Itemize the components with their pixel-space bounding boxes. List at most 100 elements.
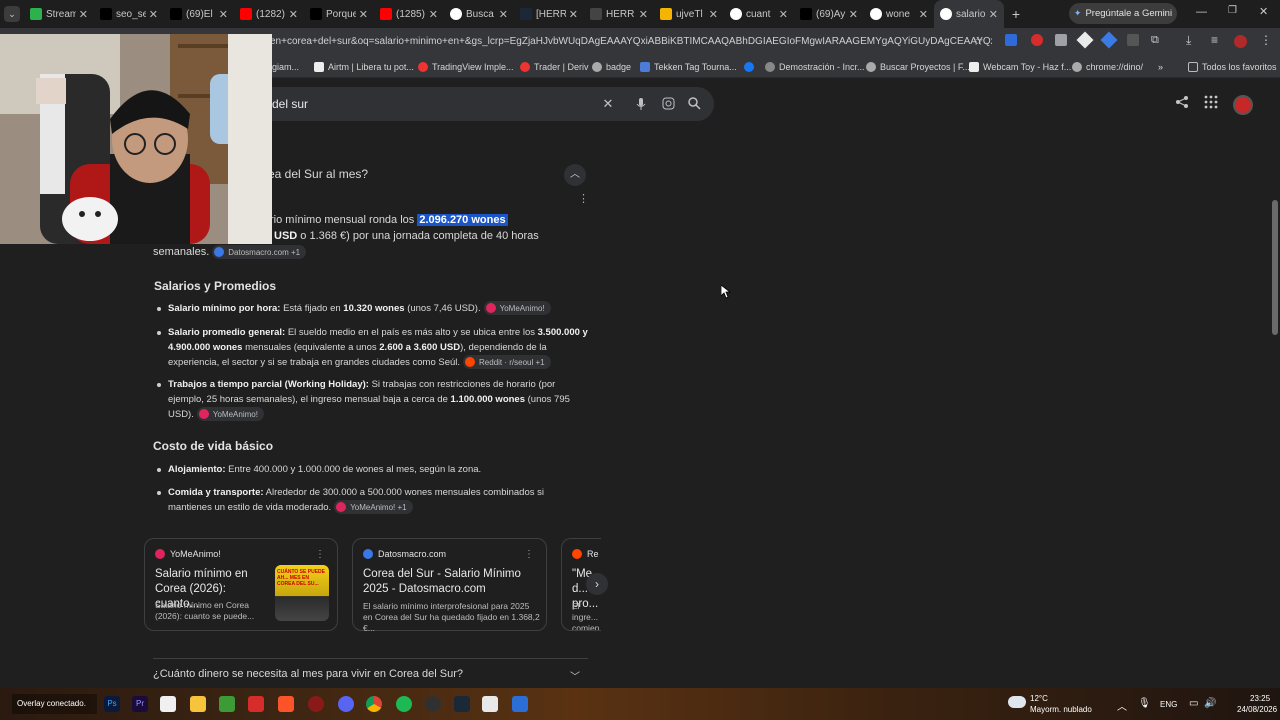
- photoshop-icon[interactable]: Ps: [104, 696, 120, 712]
- search-icon[interactable]: [686, 87, 702, 121]
- clear-search-icon[interactable]: ✕: [600, 87, 616, 121]
- source-card[interactable]: YoMeAnimo! ⋮ Salario mínimo en Corea (20…: [144, 538, 338, 631]
- bookmark-item[interactable]: Webcam Toy - Haz f...: [969, 56, 1071, 78]
- source-chip[interactable]: YoMeAnimo! +1: [334, 500, 413, 515]
- bookmark-item[interactable]: Demostración - Incr...: [765, 56, 865, 78]
- source-chip[interactable]: YoMeAnimo!: [196, 407, 264, 422]
- card-menu-icon[interactable]: ⋮: [315, 549, 325, 560]
- close-tab-icon[interactable]: ✕: [849, 8, 858, 21]
- bookmark-item[interactable]: Buscar Proyectos | F...: [866, 56, 970, 78]
- bookmark-item[interactable]: chrome://dino/: [1072, 56, 1143, 78]
- microphone-icon[interactable]: [633, 87, 649, 121]
- discord-icon[interactable]: [338, 696, 354, 712]
- tab-13[interactable]: salario ✕: [934, 0, 1004, 28]
- apps-grid-icon[interactable]: [1201, 95, 1221, 113]
- bookmark-item[interactable]: Tekken Tag Tourna...: [640, 56, 737, 78]
- card-menu-icon[interactable]: ⋮: [524, 549, 534, 560]
- close-window-button[interactable]: ✕: [1259, 5, 1268, 18]
- tab-search-icon[interactable]: ≡: [1211, 33, 1218, 47]
- close-tab-icon[interactable]: ✕: [219, 8, 228, 21]
- all-bookmarks-folder[interactable]: Todos los favoritos: [1188, 56, 1277, 78]
- close-tab-icon[interactable]: ✕: [989, 8, 998, 21]
- obs-icon[interactable]: [425, 696, 441, 712]
- close-tab-icon[interactable]: ✕: [709, 8, 718, 21]
- tab-3[interactable]: (1282) ✕: [234, 0, 304, 28]
- carousel-next-button[interactable]: ›: [586, 573, 608, 595]
- steam-icon[interactable]: [454, 696, 470, 712]
- bookmark-item[interactable]: badge: [592, 56, 631, 78]
- tab-5[interactable]: (1285) ✕: [374, 0, 444, 28]
- extension-icon[interactable]: [1055, 34, 1067, 46]
- extension-icon[interactable]: [1076, 31, 1094, 49]
- puzzle-icon[interactable]: ⧉: [1151, 34, 1159, 47]
- tab-4[interactable]: Porque ✕: [304, 0, 374, 28]
- chrome-icon[interactable]: [366, 696, 382, 712]
- account-avatar[interactable]: [1233, 95, 1253, 115]
- source-chip[interactable]: YoMeAnimo!: [483, 301, 551, 316]
- bookmark-star-icon[interactable]: ☆: [973, 34, 984, 48]
- maximize-button[interactable]: ❐: [1228, 5, 1237, 16]
- tab-2[interactable]: (69)El ✕: [164, 0, 234, 28]
- deriv-icon[interactable]: [248, 696, 264, 712]
- bookmark-item[interactable]: Airtm | Libera tu pot...: [314, 56, 414, 78]
- related-question[interactable]: ¿Cuánto dinero se necesita al mes para v…: [153, 667, 463, 682]
- extension-icon[interactable]: [1127, 34, 1139, 46]
- app-icon[interactable]: [482, 696, 498, 712]
- tab-12[interactable]: wone ✕: [864, 0, 934, 28]
- close-tab-icon[interactable]: ✕: [79, 8, 88, 21]
- tray-chevron-icon[interactable]: ︿: [1117, 698, 1127, 713]
- tab-8[interactable]: HERR ✕: [584, 0, 654, 28]
- search-box[interactable]: del sur ✕: [230, 87, 714, 121]
- close-tab-icon[interactable]: ✕: [569, 8, 578, 21]
- tab-9[interactable]: ujveTl ✕: [654, 0, 724, 28]
- bookmark-item[interactable]: [744, 56, 758, 78]
- extension-icon[interactable]: [1005, 34, 1017, 46]
- address-bar[interactable]: en+corea+del+sur&oq=salario+minimo+en+&g…: [270, 31, 992, 53]
- source-chip[interactable]: Datosmacro.com +1: [212, 245, 307, 260]
- scrollbar-thumb[interactable]: [1272, 200, 1278, 335]
- more-options-icon[interactable]: ⋮: [578, 192, 589, 205]
- profile-avatar[interactable]: [1234, 35, 1247, 48]
- calculator-icon[interactable]: [512, 696, 528, 712]
- language-indicator[interactable]: ENG: [1160, 700, 1177, 709]
- tab-1[interactable]: seo_se ✕: [94, 0, 164, 28]
- close-tab-icon[interactable]: ✕: [149, 8, 158, 21]
- network-icon[interactable]: ▭: [1189, 698, 1198, 709]
- microphone-tray-icon[interactable]: 🎙: [1138, 698, 1151, 709]
- close-tab-icon[interactable]: ✕: [359, 8, 368, 21]
- extension-icon[interactable]: [1100, 31, 1118, 49]
- bookmark-item[interactable]: giam...: [272, 56, 299, 78]
- close-tab-icon[interactable]: ✕: [289, 8, 298, 21]
- source-card[interactable]: Datosmacro.com ⋮ Corea del Sur - Salario…: [352, 538, 547, 633]
- bookmark-item[interactable]: Trader | Deriv: [520, 56, 589, 78]
- bookmark-item[interactable]: TradingView Imple...: [418, 56, 514, 78]
- volume-icon[interactable]: 🔊: [1204, 698, 1216, 709]
- menu-dots-icon[interactable]: ⋮: [1260, 33, 1272, 47]
- gemini-button[interactable]: ✦ Pregúntale a Gemini: [1069, 3, 1177, 24]
- close-tab-icon[interactable]: ✕: [919, 8, 928, 21]
- close-tab-icon[interactable]: ✕: [499, 8, 508, 21]
- tab-10[interactable]: cuant ✕: [724, 0, 794, 28]
- premiere-icon[interactable]: Pr: [132, 696, 148, 712]
- source-chip[interactable]: Reddit · r/seoul +1: [463, 355, 551, 370]
- store-icon[interactable]: [160, 696, 176, 712]
- close-tab-icon[interactable]: ✕: [639, 8, 648, 21]
- lens-camera-icon[interactable]: [660, 87, 676, 121]
- scrollbar-track[interactable]: [1270, 78, 1280, 688]
- tab-0[interactable]: Stream ✕: [24, 0, 94, 28]
- expand-chevron-icon[interactable]: ﹀: [570, 668, 580, 683]
- extension-icon[interactable]: [1031, 34, 1043, 46]
- close-tab-icon[interactable]: ✕: [779, 8, 788, 21]
- tab-7[interactable]: [HERR ✕: [514, 0, 584, 28]
- share-icon[interactable]: [1172, 95, 1192, 113]
- collapse-chevron-icon[interactable]: ︿: [564, 164, 586, 186]
- minecraft-icon[interactable]: [219, 696, 235, 712]
- download-icon[interactable]: ⤓: [1186, 33, 1191, 48]
- tab-menu-button[interactable]: ⌄: [0, 0, 24, 28]
- brave-icon[interactable]: [278, 696, 294, 712]
- app-icon[interactable]: [308, 696, 324, 712]
- new-tab-button[interactable]: +: [1004, 6, 1028, 22]
- file-explorer-icon[interactable]: [190, 696, 206, 712]
- minimize-button[interactable]: —: [1196, 6, 1207, 18]
- search-input[interactable]: del sur: [272, 87, 308, 121]
